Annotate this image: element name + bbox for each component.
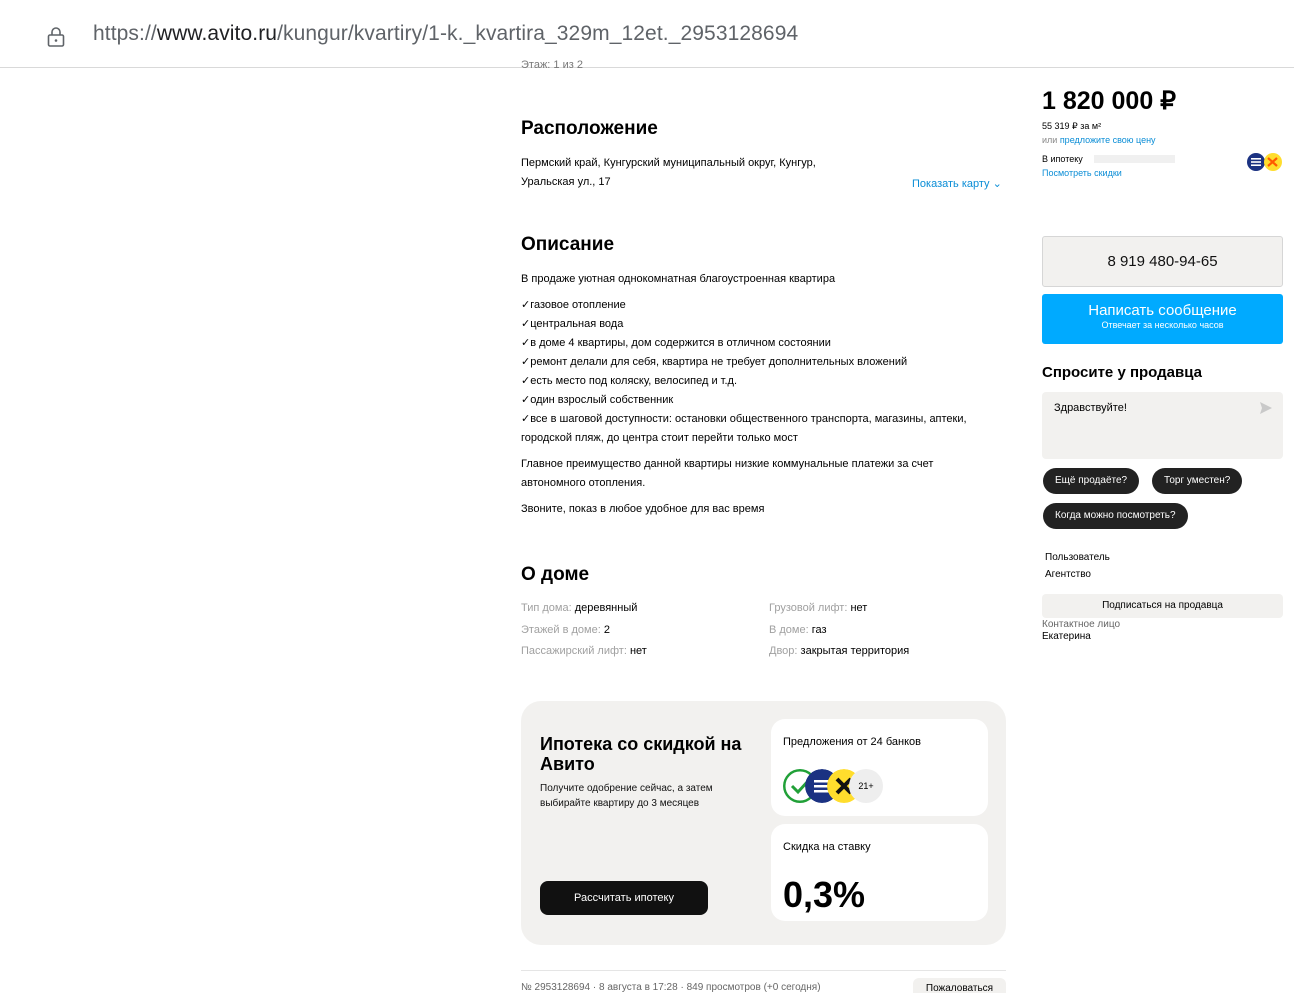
house-param: Грузовой лифт: нет	[769, 598, 909, 620]
address-line-1: Пермский край, Кунгурский муниципальный …	[521, 157, 816, 169]
param-label: Этажей в доме:	[521, 623, 604, 636]
param-value: деревянный	[574, 602, 638, 614]
discount-value: 0,3%	[783, 874, 866, 915]
show-phone-button[interactable]: 8 919 480-94-65	[1042, 236, 1283, 287]
offer-prefix: или	[1042, 135, 1060, 145]
quick-question-chip[interactable]: Когда можно посмотреть?	[1043, 503, 1188, 529]
param-label: Пассажирский лифт:	[521, 645, 630, 657]
contact-label: Контактное лицо	[1042, 619, 1121, 630]
bank-logos: 21+	[783, 769, 903, 805]
price: 1 820 000 ₽	[1042, 87, 1177, 115]
discounts-link[interactable]: Посмотреть скидки	[1042, 168, 1122, 179]
list-item: ✓газовое отопление	[521, 299, 626, 311]
param-label: Грузовой лифт:	[769, 602, 851, 614]
param-label: В доме:	[769, 623, 812, 636]
calculate-mortgage-button[interactable]: Рассчитать ипотеку	[540, 881, 708, 915]
message-button-sublabel: Отвечает за несколько часов	[1101, 320, 1224, 330]
contact-name: Екатерина	[1042, 631, 1091, 642]
complain-button[interactable]: Пожаловаться	[913, 978, 1006, 993]
browser-address-bar: https://www.avito.ru/kungur/kvartiry/1-k…	[0, 0, 1294, 68]
house-param: Этажей в доме: 2	[521, 620, 647, 642]
description-advantage: Главное преимущество данной квартиры низ…	[521, 458, 934, 489]
write-message-button[interactable]: Написать сообщение Отвечает за несколько…	[1042, 294, 1283, 344]
description-body: В продаже уютная однокомнатная благоустр…	[521, 270, 991, 526]
quick-question-chip[interactable]: Торг уместен?	[1152, 468, 1243, 494]
house-params-left: Тип дома: деревянный Этажей в доме: 2 Па…	[521, 598, 647, 663]
description-list: ✓газовое отопление ✓центральная вода ✓в …	[521, 296, 991, 448]
show-map-link[interactable]: Показать карту ⌄	[912, 177, 1002, 190]
house-params-right: Грузовой лифт: нет В доме: газ Двор: зак…	[769, 598, 909, 663]
param-label: Двор:	[769, 645, 801, 657]
seller-info: Пользователь Агентство	[1045, 549, 1110, 583]
house-param: Тип дома: деревянный	[521, 598, 647, 620]
house-param: Пассажирский лифт: нет	[521, 641, 647, 663]
contact-person: Контактное лицо Екатерина	[1042, 619, 1120, 643]
chevron-down-icon: ⌄	[992, 178, 1002, 190]
offer-price: или предложите свою цену	[1042, 135, 1156, 146]
param-value: 2	[603, 623, 610, 636]
location-address: Пермский край, Кунгурский муниципальный …	[521, 154, 881, 192]
seller-name[interactable]: Агентство	[1045, 566, 1110, 583]
more-banks-badge: 21+	[849, 769, 883, 803]
param-value: нет	[850, 602, 868, 614]
quick-question-chip[interactable]: Ещё продаёте?	[1043, 468, 1140, 494]
footer-divider	[521, 970, 1006, 971]
mortgage-loading-bar	[1094, 155, 1175, 163]
send-icon[interactable]	[1259, 401, 1273, 415]
floor-info-cut: Этаж: 1 из 2	[521, 60, 583, 70]
offer-price-link[interactable]: предложите свою цену	[1060, 135, 1156, 145]
mortgage-card: Ипотека со скидкой на Авито Получите одо…	[521, 701, 1006, 945]
param-value: газ	[811, 623, 827, 636]
description-heading: Описание	[521, 234, 615, 255]
subscribe-seller-button[interactable]: Подписаться на продавца	[1042, 594, 1283, 618]
house-heading: О доме	[521, 564, 590, 585]
url-prefix: https://	[93, 22, 157, 45]
description-intro: В продаже уютная однокомнатная благоустр…	[521, 273, 836, 285]
description-call: Звоните, показ в любое удобное для вас в…	[521, 503, 765, 515]
list-item: ✓есть место под коляску, велосипед и т.д…	[521, 375, 738, 387]
price-per-meter: 55 319 ₽ за м²	[1042, 121, 1102, 131]
banks-label: Предложения от 24 банков	[783, 736, 921, 748]
discount-box: Скидка на ставку 0,3%	[771, 824, 988, 921]
param-value: нет	[629, 645, 647, 657]
address-line-2: Уральская ул., 17	[521, 176, 611, 188]
show-map-label: Показать карту	[912, 178, 990, 190]
url-domain: www.avito.ru	[156, 22, 278, 45]
location-heading: Расположение	[521, 118, 658, 139]
mortgage-label: В ипотеку	[1042, 154, 1083, 164]
house-param: В доме: газ	[769, 620, 909, 642]
ask-seller-heading: Спросите у продавца	[1042, 364, 1202, 381]
list-item: ✓в доме 4 квартиры, дом содержится в отл…	[521, 337, 831, 349]
list-item: ✓один взрослый собственник	[521, 394, 674, 406]
house-param: Двор: закрытая территория	[769, 641, 909, 663]
url-text[interactable]: https://www.avito.ru/kungur/kvartiry/1-k…	[93, 22, 798, 46]
url-path: /kungur/kvartiry/1-k._kvartira_329m_12et…	[277, 22, 799, 45]
banks-box[interactable]: Предложения от 24 банков 21+	[771, 719, 988, 816]
param-label: Тип дома:	[521, 602, 575, 614]
seller-type: Пользователь	[1045, 552, 1110, 563]
lock-icon[interactable]	[47, 26, 65, 48]
list-item: ✓центральная вода	[521, 318, 624, 330]
ask-seller-input[interactable]: Здравствуйте!	[1042, 392, 1283, 459]
discount-label: Скидка на ставку	[783, 841, 871, 853]
list-item: ✓все в шаговой доступности: остановки об…	[521, 413, 967, 444]
mortgage-subtitle: Получите одобрение сейчас, а затем выбир…	[540, 783, 713, 809]
message-button-label: Написать сообщение	[1088, 302, 1237, 319]
bank-logos-icon	[1247, 153, 1282, 171]
list-item: ✓ремонт делали для себя, квартира не тре…	[521, 356, 908, 368]
listing-meta: № 2953128694 · 8 августа в 17:28 · 849 п…	[521, 982, 821, 993]
param-value: закрытая территория	[800, 645, 910, 657]
ask-input-text: Здравствуйте!	[1054, 402, 1127, 414]
mortgage-title: Ипотека со скидкой на Авито	[540, 734, 742, 774]
